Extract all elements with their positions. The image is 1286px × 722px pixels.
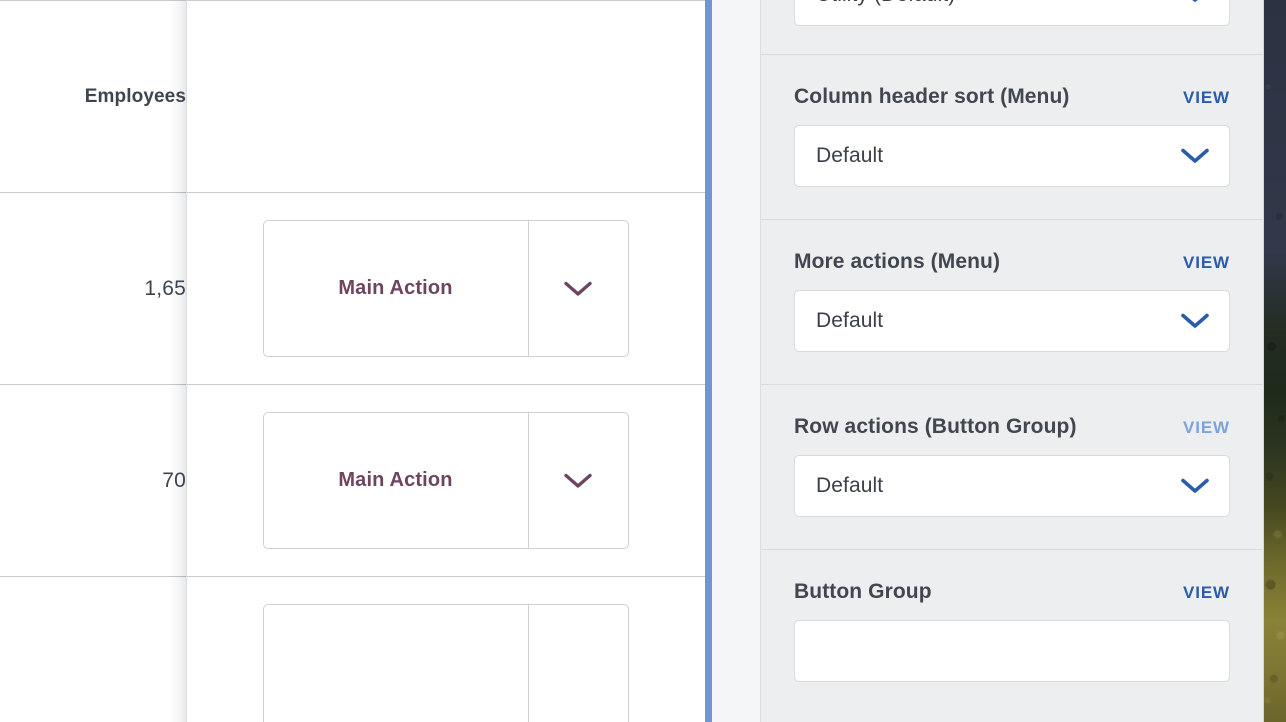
settings-section-column-header-sort: Column header sort (Menu) VIEW Default <box>761 55 1263 220</box>
table-header-cell-employees[interactable]: Employees <box>0 0 187 193</box>
more-actions-select-value: Default <box>816 309 884 332</box>
chevron-down-icon <box>1180 0 1210 4</box>
row-actions-wrapper <box>186 604 705 722</box>
utility-select-value: Utility (Default) <box>795 0 955 7</box>
data-table: Employees 1,65 Main Action 70 Main Actio… <box>0 0 705 722</box>
table-row[interactable] <box>0 575 705 722</box>
row-actions-select[interactable]: Default <box>794 455 1230 517</box>
chevron-down-icon <box>1180 477 1210 495</box>
table-cell-row-actions: Main Action <box>186 383 705 577</box>
view-link[interactable]: VIEW <box>1183 583 1230 603</box>
column-header-label: Employees <box>84 85 186 107</box>
chevron-down-icon <box>563 280 593 298</box>
settings-panel: Utility (Default) Column header sort (Me… <box>760 0 1264 722</box>
utility-select[interactable]: Utility (Default) <box>794 0 1230 26</box>
table-row[interactable]: 70 Main Action <box>0 383 705 577</box>
row-actions-select-value: Default <box>816 474 884 497</box>
settings-section-utility: Utility (Default) <box>761 0 1263 55</box>
main-action-button[interactable]: Main Action <box>264 221 529 356</box>
chevron-down-icon <box>563 472 593 490</box>
table-cell-row-actions <box>186 575 705 722</box>
chevron-down-icon <box>1180 147 1210 165</box>
view-link[interactable]: VIEW <box>1183 88 1230 108</box>
row-actions-wrapper: Main Action <box>186 220 705 357</box>
main-action-button[interactable] <box>264 605 529 722</box>
main-action-dropdown-toggle[interactable] <box>529 221 628 356</box>
section-title: Button Group <box>794 580 932 603</box>
vertical-scrollbar-track[interactable] <box>705 0 712 722</box>
split-button-group: Main Action <box>262 412 629 549</box>
section-title: Column header sort (Menu) <box>794 85 1070 108</box>
table-row[interactable]: 1,65 Main Action <box>0 191 705 385</box>
settings-section-button-group: Button Group VIEW <box>761 550 1263 682</box>
vertical-scrollbar-thumb[interactable] <box>705 0 712 722</box>
table-cell-employees-count: 70 <box>0 384 187 577</box>
section-title: Row actions (Button Group) <box>794 415 1077 438</box>
settings-section-more-actions: More actions (Menu) VIEW Default <box>761 220 1263 385</box>
main-action-button[interactable]: Main Action <box>264 413 529 548</box>
employees-count-value: 1,65 <box>144 276 186 300</box>
wallpaper-texture <box>1264 0 1286 722</box>
panel-gutter <box>712 0 760 722</box>
section-header: Row actions (Button Group) VIEW <box>794 385 1230 449</box>
column-header-sort-select-value: Default <box>816 144 884 167</box>
table-cell-employees-count: 1,65 <box>0 192 187 385</box>
more-actions-select[interactable]: Default <box>794 290 1230 352</box>
section-title: More actions (Menu) <box>794 250 1001 273</box>
table-cell-employees-count <box>0 576 187 722</box>
desktop-wallpaper-strip <box>1264 0 1286 722</box>
chevron-down-icon <box>1180 312 1210 330</box>
table-header-row: Employees <box>0 0 705 194</box>
view-link[interactable]: VIEW <box>1183 418 1230 438</box>
section-header: Button Group VIEW <box>794 550 1230 614</box>
sticky-column-shadow <box>169 576 187 722</box>
main-action-dropdown-toggle[interactable] <box>529 413 628 548</box>
main-action-dropdown-toggle[interactable] <box>529 605 628 722</box>
table-header-cell-actions <box>186 0 705 194</box>
data-table-region: Employees 1,65 Main Action 70 Main Actio… <box>0 0 705 722</box>
button-group-select[interactable] <box>794 620 1230 682</box>
settings-section-row-actions: Row actions (Button Group) VIEW Default <box>761 385 1263 550</box>
split-button-group <box>262 604 629 722</box>
row-actions-wrapper: Main Action <box>186 412 705 549</box>
employees-count-value: 70 <box>162 468 186 492</box>
column-header-sort-select[interactable]: Default <box>794 125 1230 187</box>
section-header: Column header sort (Menu) VIEW <box>794 55 1230 119</box>
table-cell-row-actions: Main Action <box>186 191 705 385</box>
section-header: More actions (Menu) VIEW <box>794 220 1230 284</box>
split-button-group: Main Action <box>262 220 629 357</box>
view-link[interactable]: VIEW <box>1183 253 1230 273</box>
app-root: Employees 1,65 Main Action 70 Main Actio… <box>0 0 1286 722</box>
